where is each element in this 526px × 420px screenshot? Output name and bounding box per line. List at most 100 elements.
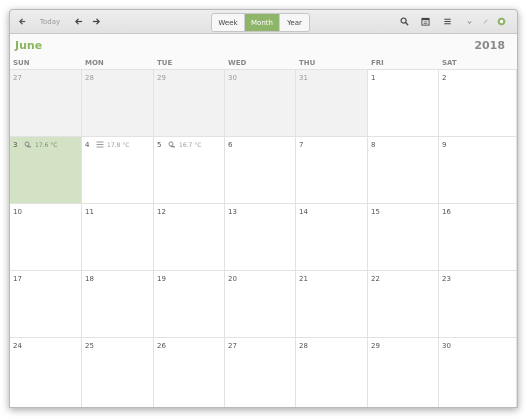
weekday-label: WED: [228, 59, 247, 67]
day-cell[interactable]: 5 16.7 °C: [154, 136, 225, 203]
day-cell[interactable]: 7: [296, 136, 368, 203]
weekday-label: FRI: [371, 59, 384, 67]
menu-button[interactable]: [440, 13, 454, 30]
day-cell[interactable]: 6: [225, 136, 296, 203]
day-cell[interactable]: 13: [225, 203, 296, 270]
day-number: 30: [228, 74, 237, 82]
next-button[interactable]: [89, 13, 103, 30]
day-cell[interactable]: 9: [439, 136, 517, 203]
cloudy-icon: [168, 141, 179, 150]
weekday-label: THU: [299, 59, 316, 67]
day-number: 20: [228, 275, 237, 283]
day-number: 27: [228, 342, 237, 350]
day-cell[interactable]: 17: [10, 270, 82, 337]
temperature-label: 17.6 °C: [35, 142, 58, 149]
day-number: 8: [371, 141, 376, 149]
day-cell[interactable]: 28: [296, 337, 368, 407]
day-cell[interactable]: 26: [154, 337, 225, 407]
day-cell[interactable]: 27: [225, 337, 296, 407]
weather-forecast: 16.7 °C: [168, 141, 201, 150]
day-number: 2: [442, 74, 447, 82]
weekday-header: SUN MON TUE WED THU FRI SAT: [10, 56, 517, 70]
temperature-label: 16.7 °C: [179, 142, 202, 149]
calendar-window: Today Week Month Year June 2018 SUN MON …: [9, 9, 518, 408]
day-cell[interactable]: 4 17.8 °C: [82, 136, 154, 203]
today-button[interactable]: Today: [37, 13, 63, 30]
tab-week[interactable]: Week: [212, 14, 245, 31]
previous-arrow-icon: [74, 17, 83, 26]
previous-button[interactable]: [71, 13, 85, 30]
day-cell[interactable]: 29: [154, 69, 225, 136]
day-number: 17: [13, 275, 22, 283]
day-number: 31: [299, 74, 308, 82]
tab-month[interactable]: Month: [245, 14, 280, 31]
weekday-label: MON: [85, 59, 104, 67]
view-switcher: Week Month Year: [211, 13, 310, 32]
day-number: 19: [157, 275, 166, 283]
day-number: 4: [85, 141, 90, 149]
day-number: 5: [157, 141, 162, 149]
year-title: 2018: [474, 39, 505, 52]
minimize-icon: [466, 18, 473, 25]
day-cell[interactable]: 24: [10, 337, 82, 407]
day-number: 29: [157, 74, 166, 82]
day-cell[interactable]: 27: [10, 69, 82, 136]
day-cell[interactable]: 3 17.6 °C: [10, 136, 82, 203]
weekday-label: SUN: [13, 59, 30, 67]
weekday-label: TUE: [157, 59, 173, 67]
day-cell[interactable]: 20: [225, 270, 296, 337]
fog-icon: [96, 141, 107, 150]
day-cell[interactable]: 29: [368, 337, 439, 407]
day-cell[interactable]: 30: [439, 337, 517, 407]
day-number: 28: [85, 74, 94, 82]
maximize-icon: [482, 18, 489, 25]
day-cell[interactable]: 31: [296, 69, 368, 136]
weather-forecast: 17.6 °C: [24, 141, 57, 150]
close-icon: [497, 17, 506, 26]
day-number: 1: [371, 74, 376, 82]
day-number: 13: [228, 208, 237, 216]
search-button[interactable]: [397, 13, 411, 30]
day-number: 24: [13, 342, 22, 350]
temperature-label: 17.8 °C: [107, 142, 130, 149]
day-cell[interactable]: 16: [439, 203, 517, 270]
day-cell[interactable]: 12: [154, 203, 225, 270]
tab-year[interactable]: Year: [280, 14, 309, 31]
maximize-button[interactable]: [479, 13, 491, 30]
day-cell[interactable]: 15: [368, 203, 439, 270]
day-number: 28: [299, 342, 308, 350]
day-cell[interactable]: 2: [439, 69, 517, 136]
day-cell[interactable]: 25: [82, 337, 154, 407]
day-cell[interactable]: 19: [154, 270, 225, 337]
day-number: 22: [371, 275, 380, 283]
close-button[interactable]: [495, 13, 508, 30]
day-number: 11: [85, 208, 94, 216]
day-number: 25: [85, 342, 94, 350]
day-cell[interactable]: 18: [82, 270, 154, 337]
day-number: 29: [371, 342, 380, 350]
day-cell[interactable]: 30: [225, 69, 296, 136]
day-number: 30: [442, 342, 451, 350]
minimize-button[interactable]: [463, 13, 475, 30]
day-number: 16: [442, 208, 451, 216]
day-cell[interactable]: 23: [439, 270, 517, 337]
day-cell[interactable]: 1: [368, 69, 439, 136]
day-number: 6: [228, 141, 233, 149]
day-number: 23: [442, 275, 451, 283]
next-arrow-icon: [92, 17, 101, 26]
search-icon: [399, 17, 409, 26]
day-cell[interactable]: 21: [296, 270, 368, 337]
day-cell[interactable]: 28: [82, 69, 154, 136]
day-number: 15: [371, 208, 380, 216]
day-number: 10: [13, 208, 22, 216]
cloudy-icon: [24, 141, 35, 150]
header-bar: Today Week Month Year: [10, 10, 517, 34]
calendar-management-button[interactable]: [418, 13, 432, 30]
day-cell[interactable]: 14: [296, 203, 368, 270]
day-number: 14: [299, 208, 308, 216]
back-button[interactable]: [14, 13, 30, 30]
day-cell[interactable]: 22: [368, 270, 439, 337]
day-cell[interactable]: 8: [368, 136, 439, 203]
day-cell[interactable]: 11: [82, 203, 154, 270]
day-cell[interactable]: 10: [10, 203, 82, 270]
